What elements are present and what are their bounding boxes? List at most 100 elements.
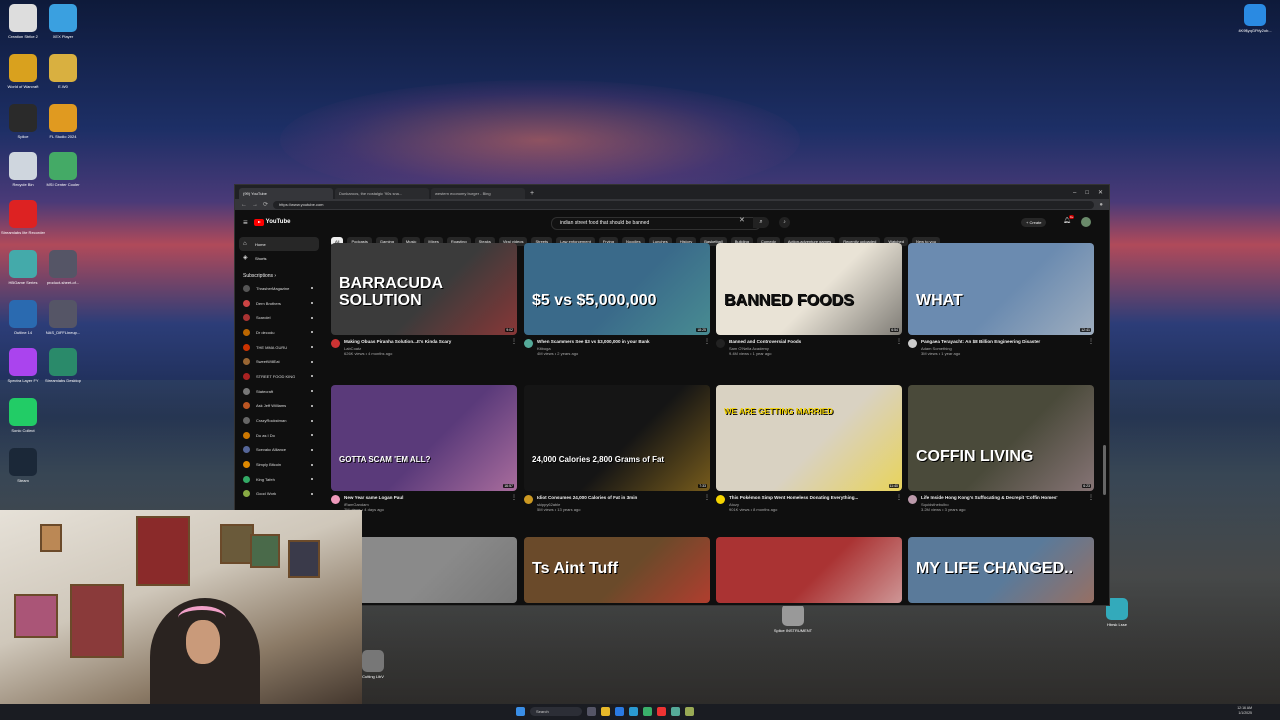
more-options-icon[interactable]: ⋮	[1088, 339, 1094, 356]
video-title[interactable]: Banned and Controversial Foods	[729, 339, 892, 345]
channel-avatar[interactable]	[331, 495, 340, 504]
desktop-icon[interactable]: Sonic Collect	[0, 398, 46, 433]
maximize-icon[interactable]: □	[1085, 187, 1089, 199]
subscription-item[interactable]: THE MMA GURU	[239, 340, 319, 355]
video-title[interactable]: Life Inside Hong Kong's Suffocating & De…	[921, 495, 1084, 501]
sidebar-item-home[interactable]: ⌂ Home	[239, 237, 319, 251]
more-options-icon[interactable]: ⋮	[511, 339, 517, 356]
video-card[interactable]: BANNED FOODS 6:54 Banned and Controversial…	[716, 243, 902, 356]
youtube-logo[interactable]: YouTube	[253, 218, 290, 226]
menu-icon[interactable]: ≡	[243, 218, 248, 227]
account-avatar[interactable]	[1081, 217, 1091, 227]
reload-icon[interactable]: ⟳	[263, 201, 268, 208]
video-card[interactable]: Ts Aint Tuff	[524, 537, 710, 603]
channel-avatar[interactable]	[331, 339, 340, 348]
subscription-item[interactable]: Ask Jeff Williams	[239, 399, 319, 414]
video-title[interactable]: Making Obuas Piranha Solution...It's Kin…	[344, 339, 507, 345]
more-options-icon[interactable]: ⋮	[896, 339, 902, 356]
desktop-icon[interactable]: product-sheet-of...	[40, 250, 86, 285]
forward-icon[interactable]: →	[252, 202, 258, 208]
subscriptions-heading[interactable]: Subscriptions ›	[243, 273, 319, 279]
app-icon[interactable]	[685, 707, 694, 716]
more-options-icon[interactable]: ⋮	[896, 495, 902, 512]
search-input[interactable]: indian street food that should be banned	[551, 217, 761, 230]
subscription-item[interactable]: SweetWillEat	[239, 354, 319, 369]
url-field[interactable]: https://www.youtube.com	[273, 200, 1095, 209]
back-icon[interactable]: ←	[241, 202, 247, 208]
video-thumbnail[interactable]: Ts Aint Tuff	[524, 537, 710, 603]
clock[interactable]: 12:16 AM 1/1/2025	[1237, 706, 1252, 716]
voice-search-button[interactable]: ♪	[779, 217, 790, 228]
video-card[interactable]: GOTTA SCAM 'EM ALL? 16:57 New Year same Lo…	[331, 385, 517, 512]
new-tab-button[interactable]: +	[527, 188, 537, 199]
video-thumbnail[interactable]: COFFIN LIVING 6:23	[908, 385, 1094, 491]
video-card[interactable]: COFFIN LIVING 6:23 Life Inside Hong Kong's…	[908, 385, 1094, 512]
more-options-icon[interactable]: ⋮	[704, 339, 710, 356]
desktop-icon[interactable]: Steam	[0, 448, 46, 483]
more-options-icon[interactable]: ⋮	[704, 495, 710, 512]
subscription-item[interactable]: Scarolel	[239, 310, 319, 325]
create-button[interactable]: + Create	[1021, 218, 1047, 227]
subscription-item[interactable]: ThrasherMagazine	[239, 281, 319, 296]
search-button[interactable]: ⌕	[753, 217, 769, 228]
streamlabs-icon[interactable]	[657, 707, 666, 716]
desktop-icon[interactable]: Streamlabs Desktop	[40, 348, 86, 383]
desktop-icon[interactable]: FL Studio 2024	[40, 104, 86, 139]
app-icon[interactable]	[671, 707, 680, 716]
close-icon[interactable]: ✕	[1098, 187, 1103, 199]
video-card[interactable]	[716, 537, 902, 603]
minimize-icon[interactable]: –	[1073, 187, 1076, 199]
video-card[interactable]: $5 vs $5,000,000 18:25 When Scammers See $…	[524, 243, 710, 356]
channel-avatar[interactable]	[908, 495, 917, 504]
video-title[interactable]: Pangaea Terayacht: An $8 Billion Enginee…	[921, 339, 1084, 345]
edge-icon[interactable]	[615, 707, 624, 716]
desktop-icon[interactable]: NAS_DiFFLineup...	[40, 300, 86, 335]
xbox-icon[interactable]	[643, 707, 652, 716]
file-explorer-icon[interactable]	[601, 707, 610, 716]
subscription-item[interactable]: Good Work	[239, 487, 319, 502]
channel-avatar[interactable]	[716, 339, 725, 348]
profile-icon[interactable]: ●	[1099, 202, 1103, 208]
desktop-icon[interactable]: XEX Player	[40, 4, 86, 39]
tab-youtube[interactable]: (99) YouTube	[239, 188, 333, 199]
subscription-item[interactable]: Statecraft	[239, 384, 319, 399]
subscription-item[interactable]: Simply Bitcoin	[239, 457, 319, 472]
video-card[interactable]: BARRACUDA SOLUTION 9:02 Making Obuas Piran…	[331, 243, 517, 356]
video-thumbnail[interactable]: WHAT 12:41	[908, 243, 1094, 335]
video-title[interactable]: This Pokémon Simp Went Homeless Donating…	[729, 495, 892, 501]
desktop-icon[interactable]: E.W0	[40, 54, 86, 89]
video-thumbnail[interactable]: MY LIFE CHANGED..	[908, 537, 1094, 603]
video-title[interactable]: New Year same Logan Paul	[344, 495, 507, 501]
desktop-icon[interactable]: MSI Center Cooler	[40, 152, 86, 187]
task-view-icon[interactable]	[587, 707, 596, 716]
page-scrollbar[interactable]	[1103, 445, 1106, 495]
video-card[interactable]: 24,000 Calories 2,800 Grams of Fat 7:33 Id…	[524, 385, 710, 512]
subscription-item[interactable]: Dern Brothers	[239, 296, 319, 311]
video-thumbnail[interactable]: WE ARE GETTING MARRIED 11:40	[716, 385, 902, 491]
video-thumbnail[interactable]: BARRACUDA SOLUTION 9:02	[331, 243, 517, 335]
subscription-item[interactable]: STREET FOOD KING	[239, 369, 319, 384]
video-card[interactable]: MY LIFE CHANGED..	[908, 537, 1094, 603]
desktop-icon[interactable]: Streamlabs lite Recorder	[0, 200, 46, 235]
video-title[interactable]: When Scammers See $3 vs $3,000,000 in yo…	[537, 339, 700, 345]
video-thumbnail[interactable]: GOTTA SCAM 'EM ALL? 16:57	[331, 385, 517, 491]
subscription-item[interactable]: CrazyRockstman	[239, 413, 319, 428]
sidebar-item-shorts[interactable]: ◈ Shorts	[239, 251, 319, 265]
store-icon[interactable]	[629, 707, 638, 716]
tab-dunkaroos[interactable]: Dunkaroos, the nostalgic '90s sna...	[335, 188, 429, 199]
video-thumbnail[interactable]	[716, 537, 902, 603]
desktop-icon[interactable]: Splice INSTRUMENT	[770, 604, 816, 633]
start-icon[interactable]	[516, 707, 525, 716]
channel-avatar[interactable]	[524, 495, 533, 504]
more-options-icon[interactable]: ⋮	[1088, 495, 1094, 512]
channel-avatar[interactable]	[716, 495, 725, 504]
subscription-item[interactable]: Scevakc Alliance	[239, 443, 319, 458]
more-options-icon[interactable]: ⋮	[511, 495, 517, 512]
subscription-item[interactable]: Dr decodu	[239, 325, 319, 340]
video-title[interactable]: Idiot Consumes 24,000 Calories of Fat in…	[537, 495, 700, 501]
subscription-item[interactable]: Du as I Do	[239, 428, 319, 443]
video-card[interactable]: WHAT 12:41 Pangaea Terayacht: An $8 Billio…	[908, 243, 1094, 356]
video-thumbnail[interactable]: 24,000 Calories 2,800 Grams of Fat 7:33	[524, 385, 710, 491]
tab-bing[interactable]: western economy burger - Bing	[431, 188, 525, 199]
clear-search-icon[interactable]: ✕	[739, 216, 745, 224]
